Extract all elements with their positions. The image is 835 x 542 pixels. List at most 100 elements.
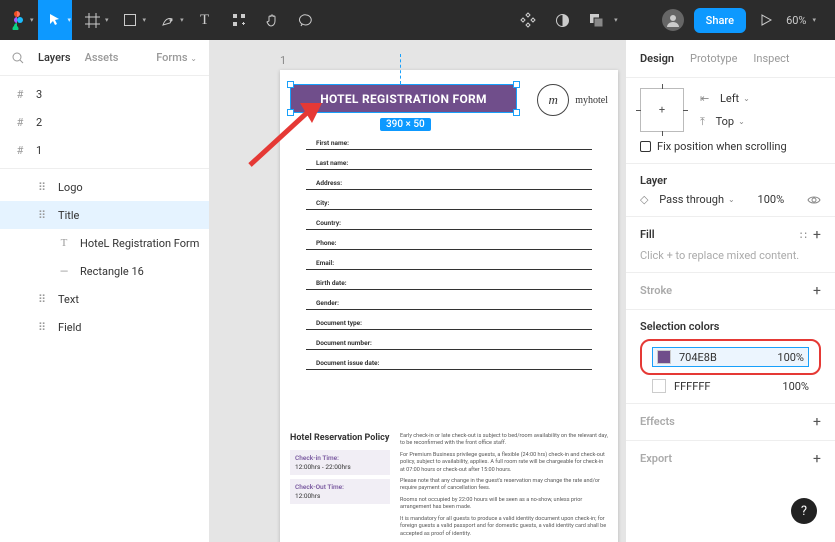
chevron-down-icon[interactable]: ▾ bbox=[614, 16, 618, 24]
resize-handle[interactable] bbox=[513, 109, 520, 116]
section-title: Stroke bbox=[640, 284, 672, 297]
shape-tool-button[interactable] bbox=[113, 0, 147, 40]
layer-item[interactable]: ⠿Logo bbox=[0, 173, 209, 201]
tab-prototype[interactable]: Prototype bbox=[690, 52, 737, 65]
add-effect-button[interactable]: + bbox=[813, 414, 821, 430]
add-export-button[interactable]: + bbox=[813, 451, 821, 467]
resources-button[interactable] bbox=[222, 0, 256, 40]
page-item[interactable]: #3 bbox=[0, 80, 209, 108]
figma-menu-button[interactable] bbox=[0, 0, 34, 40]
component-button[interactable] bbox=[516, 0, 540, 40]
frame-icon: # bbox=[12, 116, 28, 129]
tab-assets[interactable]: Assets bbox=[85, 51, 119, 64]
checkin-box: Check-in Time: 12:00hrs - 22:00hrs bbox=[290, 450, 390, 475]
selection-colors-section: Selection colors 704E8B 100% FFFFFF 100% bbox=[626, 310, 835, 404]
group-icon: ⠿ bbox=[34, 209, 50, 222]
text-icon: T bbox=[200, 12, 209, 29]
cursor-icon bbox=[48, 13, 62, 27]
brand-name: myhotel bbox=[575, 95, 608, 106]
policy-paragraph: Rooms not occupied by 22:00 hours will b… bbox=[400, 497, 608, 512]
section-title: Effects bbox=[640, 415, 675, 428]
chevron-down-icon[interactable]: ▾ bbox=[180, 16, 184, 24]
layer-item[interactable]: —Rectangle 16 bbox=[0, 257, 209, 285]
avatar-icon bbox=[666, 13, 680, 27]
user-avatar[interactable] bbox=[662, 9, 684, 31]
search-icon[interactable] bbox=[12, 52, 24, 64]
chevron-down-icon[interactable]: ▾ bbox=[68, 0, 72, 40]
opacity-value[interactable]: 100% bbox=[758, 193, 785, 206]
layer-item-selected[interactable]: ⠿Title bbox=[0, 201, 209, 229]
logo-monogram-icon: m bbox=[537, 84, 569, 116]
chevron-down-icon[interactable]: ▾ bbox=[30, 16, 34, 24]
play-icon bbox=[760, 14, 772, 26]
layer-item[interactable]: ⠿Text bbox=[0, 285, 209, 313]
canvas[interactable]: 1 HOTEL REGISTRATION FORM m myhotel Firs… bbox=[210, 40, 625, 542]
field-label: Document issue date: bbox=[316, 359, 379, 367]
tab-layers[interactable]: Layers bbox=[38, 51, 71, 64]
form-field: Document number: bbox=[306, 334, 592, 350]
v-constraint-dropdown[interactable]: ⤒ Top ⌄ bbox=[700, 115, 750, 129]
section-title: Selection colors bbox=[640, 320, 821, 333]
resize-handle[interactable] bbox=[287, 109, 294, 116]
help-button[interactable]: ? bbox=[791, 498, 817, 524]
chevron-down-icon[interactable]: ▾ bbox=[812, 16, 816, 24]
selection-color-item[interactable]: FFFFFF 100% bbox=[640, 375, 821, 393]
figma-logo-icon bbox=[10, 10, 24, 30]
present-button[interactable] bbox=[756, 0, 776, 40]
frame-label[interactable]: 1 bbox=[280, 54, 286, 67]
add-fill-button[interactable]: + bbox=[813, 227, 821, 243]
fix-position-toggle[interactable]: Fix position when scrolling bbox=[640, 132, 821, 153]
share-button[interactable]: Share bbox=[694, 8, 746, 33]
color-swatch bbox=[657, 350, 671, 364]
page-item[interactable]: #1 bbox=[0, 136, 209, 164]
artboard[interactable]: HOTEL REGISTRATION FORM m myhotel First … bbox=[280, 70, 618, 542]
right-panel-tabs: Design Prototype Inspect bbox=[626, 40, 835, 78]
tab-inspect[interactable]: Inspect bbox=[753, 52, 789, 65]
policy-section: Hotel Reservation Policy Check-in Time: … bbox=[290, 433, 608, 542]
comment-tool-button[interactable] bbox=[290, 0, 324, 40]
components-icon bbox=[520, 12, 536, 28]
zoom-level[interactable]: 60% bbox=[786, 14, 806, 27]
boolean-button[interactable] bbox=[584, 0, 608, 40]
fill-section: Fill ∷ + Click + to replace mixed conten… bbox=[626, 217, 835, 273]
move-tool-button[interactable] bbox=[38, 0, 72, 40]
chevron-down-icon[interactable]: ▾ bbox=[143, 16, 147, 24]
color-hex: FFFFFF bbox=[674, 380, 710, 393]
mask-button[interactable] bbox=[550, 0, 574, 40]
tab-design[interactable]: Design bbox=[640, 52, 674, 65]
pages-dropdown[interactable]: Forms ⌄ bbox=[156, 51, 197, 64]
constraints-widget[interactable]: + bbox=[640, 88, 684, 132]
text-tool-button[interactable]: T bbox=[188, 0, 222, 40]
color-swatch bbox=[652, 379, 666, 393]
layer-item[interactable]: ⠿Field bbox=[0, 313, 209, 341]
eye-icon[interactable] bbox=[807, 195, 821, 205]
page-item[interactable]: #2 bbox=[0, 108, 209, 136]
form-field: Phone: bbox=[306, 234, 592, 250]
policy-paragraph: It is mandatory for all guests to produc… bbox=[400, 516, 608, 538]
effects-section: Effects + bbox=[626, 404, 835, 441]
pen-tool-button[interactable] bbox=[150, 0, 184, 40]
add-stroke-button[interactable]: + bbox=[813, 283, 821, 299]
export-section: Export + bbox=[626, 441, 835, 477]
frame-tool-button[interactable] bbox=[75, 0, 109, 40]
mask-icon bbox=[555, 13, 570, 28]
form-field: Gender: bbox=[306, 294, 592, 310]
h-constraint-dropdown[interactable]: ⇤ Left ⌄ bbox=[700, 92, 750, 105]
stroke-section: Stroke + bbox=[626, 273, 835, 310]
selection-color-item[interactable]: 704E8B 100% bbox=[652, 347, 809, 367]
styles-icon[interactable]: ∷ bbox=[800, 229, 805, 242]
chevron-down-icon[interactable]: ▾ bbox=[105, 16, 109, 24]
field-label: Birth date: bbox=[316, 279, 347, 287]
top-toolbar: ▾ ▾ ▾ ▾ ▾ T ▾ Sha bbox=[0, 0, 835, 40]
plus-icon: + bbox=[659, 104, 665, 117]
resize-handle[interactable] bbox=[287, 81, 294, 88]
resize-handle[interactable] bbox=[513, 81, 520, 88]
field-label: Address: bbox=[316, 179, 342, 187]
layer-item[interactable]: THoteL Registration Form bbox=[0, 229, 209, 257]
pen-icon bbox=[160, 13, 175, 28]
selection-outline bbox=[290, 84, 517, 113]
blend-mode-dropdown[interactable]: ◇ Pass through ⌄ bbox=[640, 193, 735, 206]
checkbox-icon bbox=[640, 141, 651, 152]
form-field: Document type: bbox=[306, 314, 592, 330]
hand-tool-button[interactable] bbox=[256, 0, 290, 40]
